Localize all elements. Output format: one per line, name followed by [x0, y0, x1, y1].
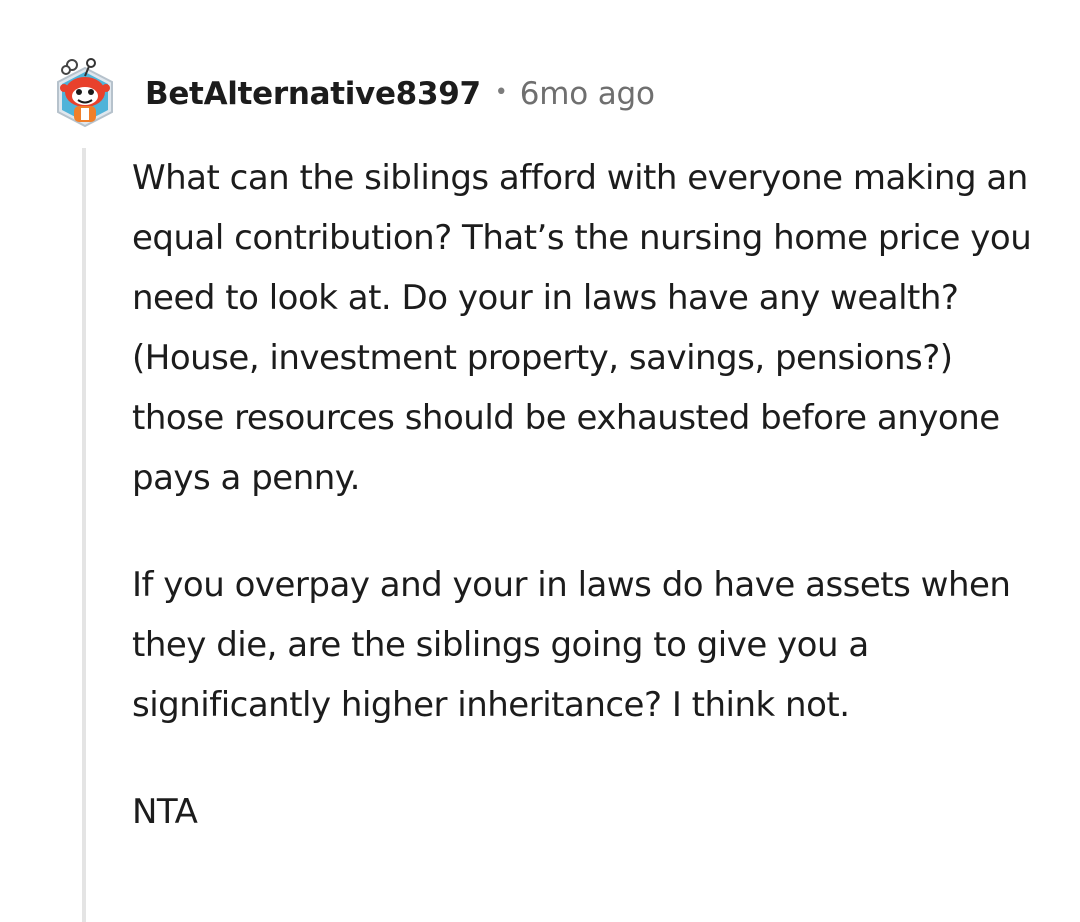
comment-author-username[interactable]: BetAlternative8397	[145, 76, 481, 112]
comment-timestamp: 6mo ago	[519, 76, 655, 112]
reddit-snoo-avatar-icon[interactable]	[52, 58, 118, 130]
thread-collapse-line[interactable]	[82, 148, 86, 922]
comment-paragraph: If you overpay and your in laws do have …	[132, 565, 1011, 725]
comment-paragraph: What can the siblings afford with everyo…	[132, 158, 1032, 498]
meta-separator-dot: •	[494, 79, 508, 105]
comment-header: BetAlternative8397 • 6mo ago	[52, 58, 655, 130]
comment-body: What can the siblings afford with everyo…	[132, 148, 1032, 842]
comment: BetAlternative8397 • 6mo ago What can th…	[0, 0, 1080, 922]
comment-verdict: NTA	[132, 792, 198, 832]
